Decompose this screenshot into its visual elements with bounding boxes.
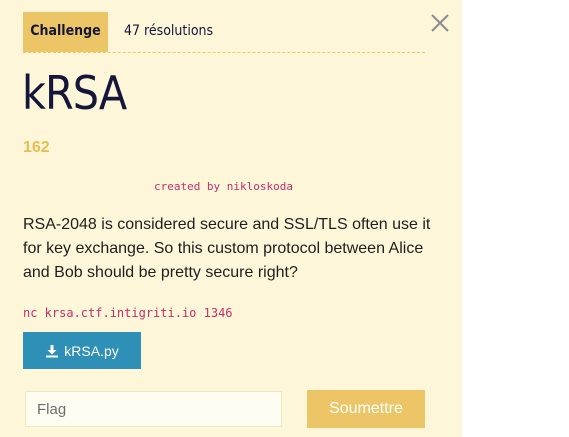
challenge-author: created by nikloskoda bbox=[153, 180, 294, 193]
download-file-button[interactable]: kRSA.py bbox=[23, 332, 141, 369]
file-name: kRSA.py bbox=[64, 342, 119, 359]
download-icon bbox=[45, 344, 59, 358]
submit-button[interactable]: Soumettre bbox=[307, 390, 425, 428]
tab-challenge[interactable]: Challenge bbox=[23, 12, 108, 52]
tab-solves[interactable]: 47 résolutions bbox=[124, 12, 224, 52]
tab-bar: Challenge 47 résolutions bbox=[23, 12, 425, 53]
challenge-points: 162 bbox=[23, 139, 50, 156]
challenge-modal: Challenge 47 résolutions kRSA 162 create… bbox=[0, 0, 462, 437]
challenge-description: RSA-2048 is considered secure and SSL/TL… bbox=[23, 216, 431, 281]
close-icon[interactable] bbox=[429, 12, 451, 34]
challenge-title: kRSA bbox=[22, 66, 127, 120]
flag-input[interactable] bbox=[25, 391, 282, 427]
connection-command: nc krsa.ctf.intigriti.io 1346 bbox=[23, 306, 233, 320]
